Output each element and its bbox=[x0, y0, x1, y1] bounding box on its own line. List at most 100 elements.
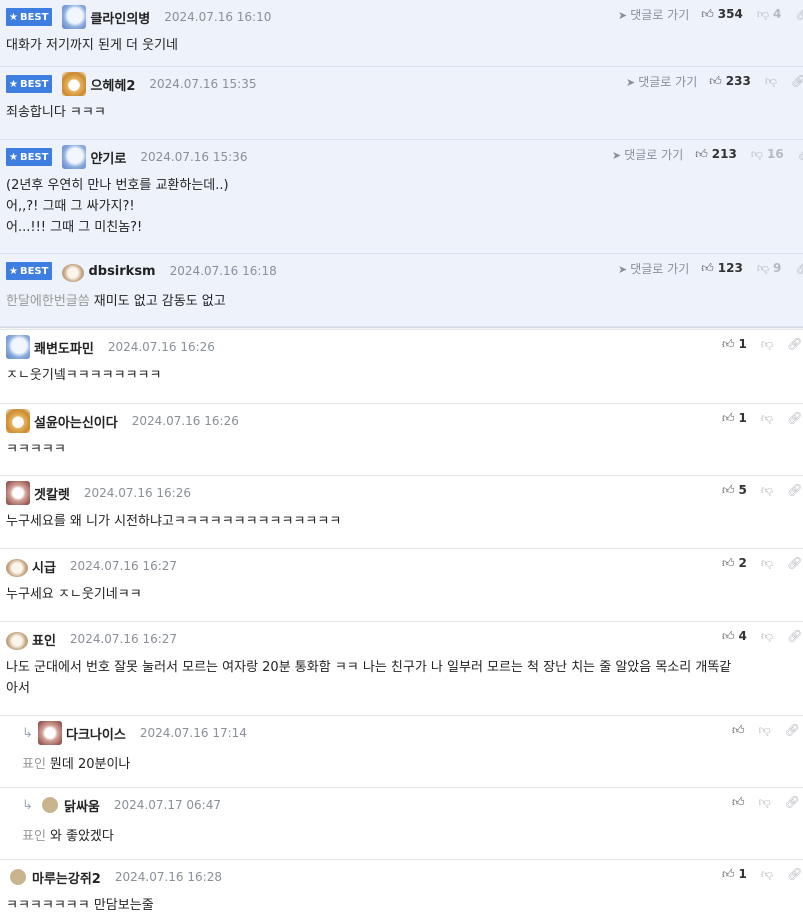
avatar[interactable] bbox=[6, 558, 28, 577]
avatar[interactable] bbox=[62, 263, 85, 282]
thumbs-down-icon[interactable]: 👎︎ bbox=[765, 74, 777, 89]
thumbs-up-icon[interactable]: 👍︎ bbox=[732, 795, 745, 810]
comment-text: 어,,?! 그때 그 싸가지?! bbox=[6, 196, 229, 217]
like-count: 1 bbox=[738, 337, 747, 351]
like-count: 123 bbox=[717, 261, 743, 275]
dislike-count: 9 bbox=[773, 261, 782, 275]
link-icon[interactable]: 🔗︎ bbox=[787, 629, 802, 643]
thumbs-down-icon[interactable]: 👎︎ bbox=[761, 629, 773, 644]
goto-comment-link[interactable]: ➤ 댓글로 가기 bbox=[612, 146, 683, 163]
avatar[interactable] bbox=[10, 869, 26, 885]
best-label: BEST bbox=[19, 151, 49, 163]
link-icon[interactable]: 🔗︎ bbox=[787, 556, 802, 570]
nickname[interactable]: 겟칼렛 bbox=[34, 484, 70, 503]
comment-actions: 👍︎ 👎︎ 🔗︎ bbox=[732, 788, 800, 816]
thumbs-down-icon[interactable]: 👎︎ bbox=[761, 337, 773, 352]
avatar[interactable] bbox=[62, 5, 87, 29]
avatar[interactable] bbox=[6, 481, 30, 505]
comment-header: 설윤아는신이다 2024.07.16 16:26 bbox=[6, 404, 239, 438]
link-icon[interactable]: 🔗︎ bbox=[791, 74, 803, 88]
thumbs-up-icon[interactable]: 👍︎ bbox=[709, 74, 722, 89]
comment-line: 누구세요를 왜 니가 시전하냐고ㅋㅋㅋㅋㅋㅋㅋㅋㅋㅋㅋㅋㅋㅋ bbox=[6, 514, 342, 529]
thumbs-up-icon[interactable]: 👍︎ bbox=[722, 337, 735, 352]
nickname[interactable]: 다크나이스 bbox=[66, 724, 126, 743]
comment-actions: ➤댓글로 가기 👍︎123 👎︎ 9 🔗︎ bbox=[618, 254, 803, 282]
thumbs-up-icon[interactable]: 👍︎ bbox=[722, 556, 735, 571]
avatar[interactable] bbox=[6, 631, 28, 650]
avatar[interactable] bbox=[42, 797, 58, 813]
link-icon[interactable]: 🔗︎ bbox=[795, 261, 803, 275]
dislike-count: 4 bbox=[773, 7, 782, 21]
comment: 시급 2024.07.16 16:27 👍︎ 2 👎︎ 🔗︎ 누구세요 ㅈㄴ웃기네ㅋㅋ bbox=[0, 549, 803, 622]
nickname[interactable]: dbsirksm bbox=[88, 264, 155, 279]
thumbs-down-icon[interactable]: 👎︎ bbox=[761, 867, 773, 882]
comment-date: 2024.07.16 16:18 bbox=[169, 264, 277, 278]
nickname[interactable]: 클라인의병 bbox=[90, 8, 150, 27]
nickname[interactable]: 쾌변도파민 bbox=[34, 338, 94, 357]
nickname[interactable]: 표인 bbox=[32, 630, 56, 649]
link-icon[interactable]: 🔗︎ bbox=[787, 411, 802, 425]
goto-comment-link[interactable]: ➤ 댓글로 가기 bbox=[618, 6, 689, 23]
link-icon[interactable]: 🔗︎ bbox=[787, 483, 802, 497]
thumbs-down-icon[interactable]: 👎︎ bbox=[751, 147, 763, 162]
comment-date: 2024.07.16 16:28 bbox=[114, 870, 222, 884]
avatar[interactable] bbox=[6, 335, 30, 359]
thumbs-down-icon[interactable]: 👎︎ bbox=[761, 556, 773, 571]
thumbs-up-icon[interactable]: 👍︎ bbox=[732, 723, 745, 738]
comment-body: 누구세요 ㅈㄴ웃기네ㅋㅋ bbox=[6, 584, 142, 605]
thumbs-up-icon[interactable]: 👍︎ bbox=[722, 483, 735, 498]
comment-text: 죄송합니다 ㅋㅋㅋ bbox=[6, 102, 106, 123]
thumbs-down-icon[interactable]: 👎︎ bbox=[761, 411, 773, 426]
mention-link[interactable]: 한달에한번글씀 bbox=[6, 294, 90, 309]
link-icon[interactable]: 🔗︎ bbox=[795, 7, 803, 21]
thumbs-down-icon[interactable]: 👎︎ bbox=[759, 723, 771, 738]
thumbs-down-icon[interactable]: 👎︎ bbox=[757, 7, 769, 22]
avatar[interactable] bbox=[62, 145, 87, 169]
thumbs-up-icon[interactable]: 👍︎ bbox=[701, 261, 714, 276]
nickname[interactable]: 으헤헤2 bbox=[90, 75, 135, 94]
comment-body: 표인 뭔데 20분이나 bbox=[22, 754, 130, 775]
thumbs-down-icon[interactable]: 👎︎ bbox=[759, 795, 771, 810]
link-icon[interactable]: 🔗︎ bbox=[798, 147, 803, 161]
best-label: BEST bbox=[19, 265, 49, 277]
like-count: 4 bbox=[738, 629, 747, 643]
link-icon[interactable]: 🔗︎ bbox=[785, 795, 800, 809]
mention-link[interactable]: 표인 bbox=[22, 829, 46, 844]
mention-link[interactable]: 표인 bbox=[22, 757, 46, 772]
thumbs-up-icon[interactable]: 👍︎ bbox=[722, 867, 735, 882]
comment-body: ㅋㅋㅋㅋㅋ bbox=[6, 439, 66, 460]
comment-body: 대화가 저기까지 된게 더 웃기네 bbox=[6, 35, 178, 56]
goto-comment-link[interactable]: ➤ 댓글로 가기 bbox=[618, 260, 689, 277]
best-badge: ★ BEST bbox=[6, 262, 53, 280]
like-count: 1 bbox=[738, 411, 747, 425]
comment-line: 뭔데 20분이나 bbox=[49, 757, 131, 772]
avatar[interactable] bbox=[38, 721, 62, 745]
thumbs-up-icon[interactable]: 👍︎ bbox=[722, 411, 735, 426]
comment-actions: ➤ 댓글로 가기 👍︎ 233 👎︎ 🔗︎ bbox=[626, 67, 803, 95]
nickname[interactable]: 마루는강쥐2 bbox=[32, 868, 101, 887]
nickname[interactable]: 닭싸움 bbox=[64, 796, 100, 815]
goto-comment-link[interactable]: ➤ 댓글로 가기 bbox=[626, 73, 697, 90]
thumbs-up-icon[interactable]: 👍︎ bbox=[701, 7, 714, 22]
comment-text: (2년후 우연히 만나 번호를 교환하는데..) bbox=[6, 175, 229, 196]
nickname[interactable]: 시급 bbox=[32, 557, 56, 576]
thumbs-down-icon[interactable]: 👎︎ bbox=[761, 483, 773, 498]
comment-date: 2024.07.16 16:26 bbox=[107, 340, 215, 354]
comment-date: 2024.07.16 16:27 bbox=[69, 559, 178, 573]
thumbs-up-icon[interactable]: 👍︎ bbox=[695, 147, 708, 162]
link-icon[interactable]: 🔗︎ bbox=[787, 867, 802, 881]
comment-actions: 👍︎ 2 👎︎ 🔗︎ bbox=[722, 549, 802, 577]
comment-text: 한달에한번글씀 재미도 없고 감동도 없고 bbox=[6, 291, 226, 312]
comment-body: (2년후 우연히 만나 번호를 교환하는데..) 어,,?! 그때 그 싸가지?!… bbox=[6, 175, 229, 238]
nickname[interactable]: 설윤아는신이다 bbox=[34, 412, 118, 431]
link-icon[interactable]: 🔗︎ bbox=[787, 337, 802, 351]
link-icon[interactable]: 🔗︎ bbox=[785, 723, 800, 737]
avatar[interactable] bbox=[62, 72, 87, 96]
avatar[interactable] bbox=[6, 409, 30, 433]
thumbs-down-icon[interactable]: 👎︎ bbox=[757, 261, 769, 276]
nickname[interactable]: 얀기로 bbox=[90, 148, 126, 167]
comment-date: 2024.07.16 15:36 bbox=[140, 150, 248, 164]
reply-comment: ↳ 다크나이스 2024.07.16 17:14 👍︎ 👎︎ 🔗︎ 표인 뭔데 20분이나 bbox=[0, 716, 803, 788]
best-comment: ★ BEST 클라인의병 2024.07.16 16:10 ➤ 댓글로 가기 👍︎ 354 👎︎… bbox=[0, 0, 803, 67]
thumbs-up-icon[interactable]: 👍︎ bbox=[722, 629, 735, 644]
